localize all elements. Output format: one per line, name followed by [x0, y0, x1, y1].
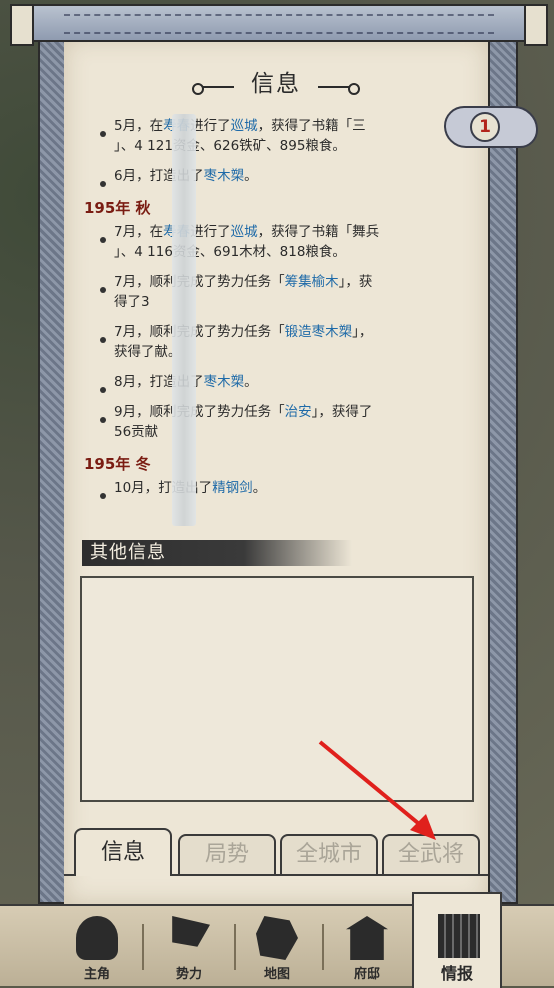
nav-label: 情报: [440, 964, 473, 983]
scroll-document-icon: [438, 914, 480, 958]
house-icon: [346, 916, 388, 960]
annotation-arrow: [318, 740, 436, 840]
nav-label: 主角: [83, 967, 110, 982]
bottom-nav: 主角 势力 地图 府邸 情报: [0, 892, 554, 988]
map-icon: [256, 916, 298, 960]
nav-label: 地图: [263, 967, 290, 982]
nav-protagonist[interactable]: 主角: [52, 906, 142, 986]
nav-label: 府邸: [353, 967, 380, 982]
nav-map[interactable]: 地图: [232, 906, 322, 986]
nav-label: 势力: [175, 967, 202, 982]
nav-intel[interactable]: 情报: [412, 892, 502, 988]
nav-faction[interactable]: 势力: [144, 906, 234, 986]
flag-icon: [172, 916, 210, 947]
nav-mansion[interactable]: 府邸: [322, 906, 412, 986]
warrior-icon: [76, 916, 118, 960]
